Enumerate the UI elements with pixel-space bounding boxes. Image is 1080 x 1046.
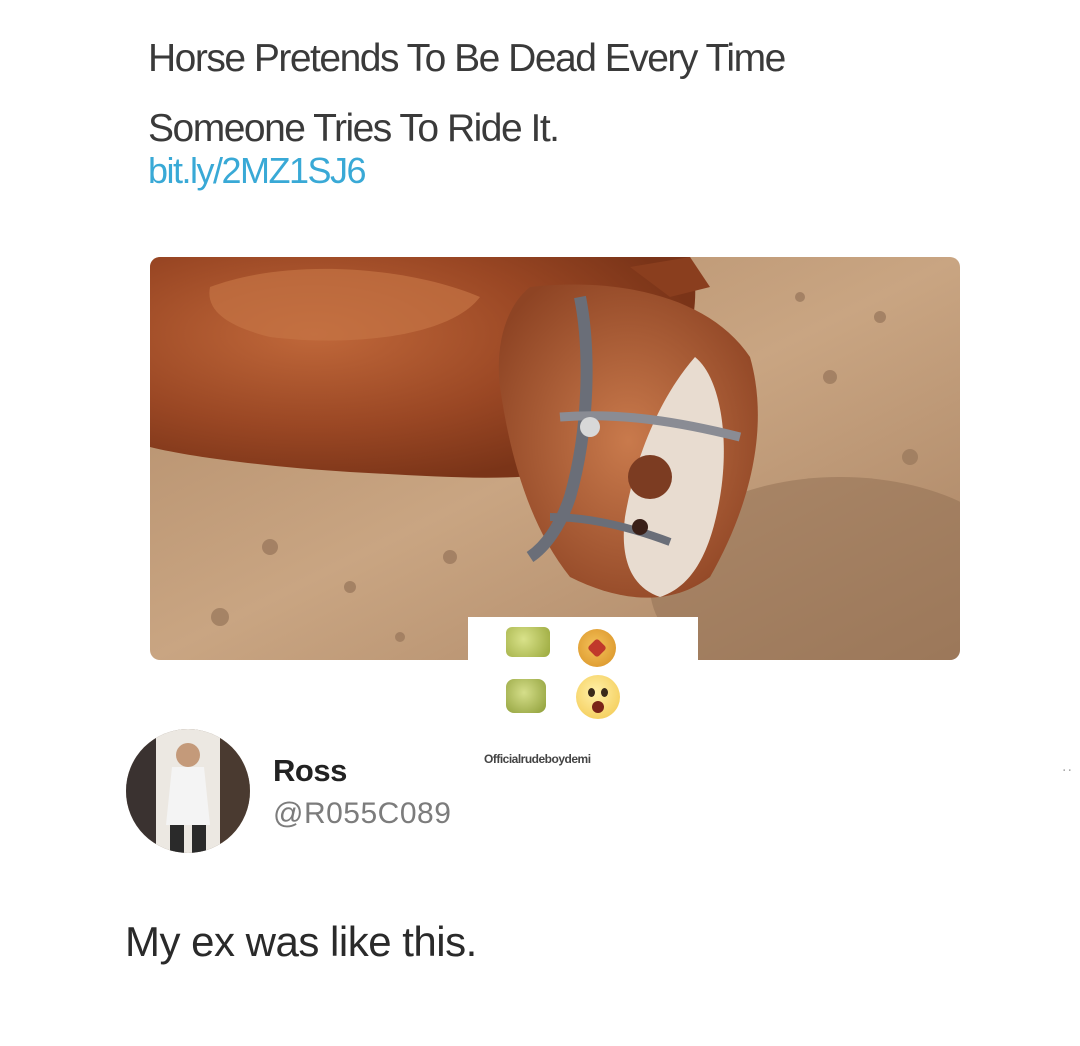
article-link[interactable]: bit.ly/2MZ1SJ6 — [148, 150, 367, 192]
headline-line-1: Horse Pretends To Be Dead Every Time — [148, 37, 786, 80]
quoted-tweet-text: Horse Pretends To Be Dead Every Time Som… — [148, 24, 988, 164]
heart-eyes-emoji-icon — [578, 629, 616, 667]
reply-text: My ex was like this. — [125, 918, 477, 965]
laughing-emoji-icon — [506, 627, 550, 657]
lying-horse-image — [150, 257, 960, 660]
reaction-emoji-overlay — [468, 617, 698, 735]
shocked-emoji-icon — [576, 675, 620, 719]
crying-laughing-emoji-icon — [506, 679, 546, 713]
profile-photo-icon — [126, 729, 250, 853]
horse-photo[interactable] — [150, 257, 960, 660]
avatar[interactable] — [126, 729, 250, 853]
author-display-name[interactable]: Ross — [273, 753, 347, 789]
author-handle[interactable]: @R055C089 — [273, 797, 451, 831]
more-options-icon[interactable]: .. — [1062, 758, 1073, 776]
watermark-text: Officialrudeboydemi — [484, 752, 591, 766]
